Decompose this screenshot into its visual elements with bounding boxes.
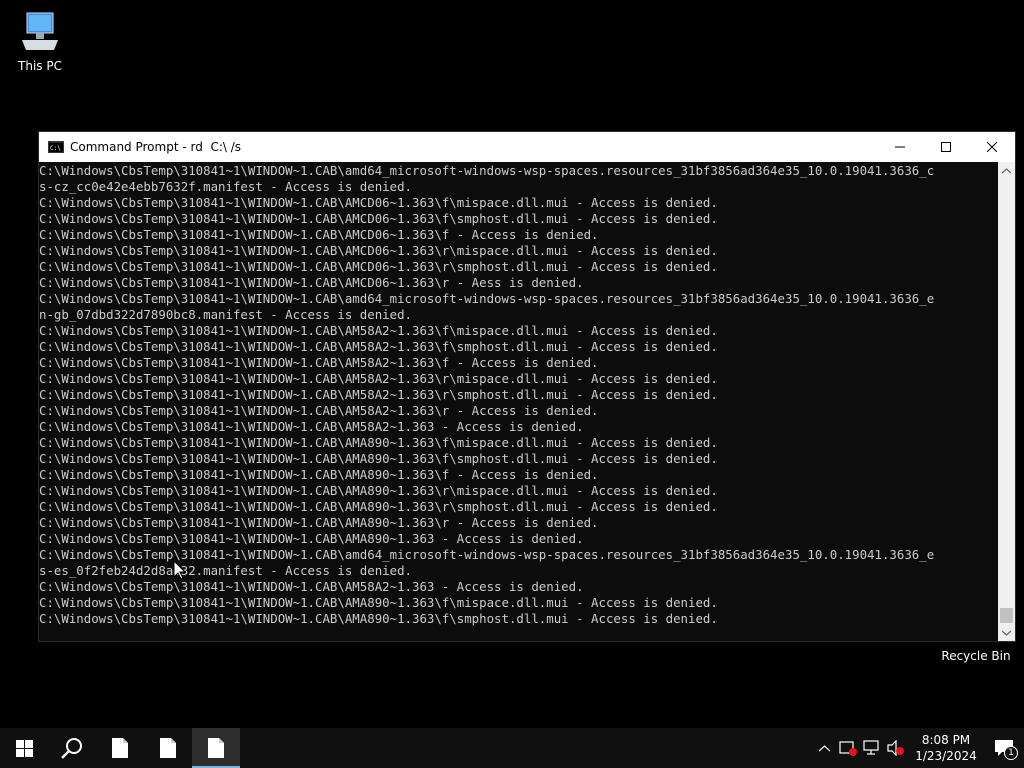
taskbar-app-file-1[interactable] — [96, 728, 144, 768]
console-line: C:\Windows\CbsTemp\310841~1\WINDOW~1.CAB… — [39, 499, 718, 514]
maximize-button[interactable] — [923, 132, 969, 162]
security-warning-icon — [839, 741, 857, 756]
svg-text:C:\: C:\ — [50, 145, 61, 152]
console-line: C:\Windows\CbsTemp\310841~1\WINDOW~1.CAB… — [39, 387, 718, 402]
console-line: C:\Windows\CbsTemp\310841~1\WINDOW~1.CAB… — [39, 451, 718, 466]
close-button[interactable] — [969, 132, 1015, 162]
console-line: C:\Windows\CbsTemp\310841~1\WINDOW~1.CAB… — [39, 531, 584, 546]
network-tray-button[interactable] — [860, 728, 884, 768]
console-line: C:\Windows\CbsTemp\310841~1\WINDOW~1.CAB… — [39, 611, 718, 626]
console-line: C:\Windows\CbsTemp\310841~1\WINDOW~1.CAB… — [39, 211, 718, 226]
console-line: C:\Windows\CbsTemp\310841~1\WINDOW~1.CAB… — [39, 227, 599, 242]
scroll-up-arrow[interactable] — [998, 162, 1015, 179]
console-line: C:\Windows\CbsTemp\310841~1\WINDOW~1.CAB… — [39, 195, 718, 210]
mouse-cursor-icon — [174, 561, 186, 580]
console-line: C:\Windows\CbsTemp\310841~1\WINDOW~1.CAB… — [39, 435, 718, 450]
minimize-button[interactable] — [877, 132, 923, 162]
console-line: C:\Windows\CbsTemp\310841~1\WINDOW~1.CAB… — [39, 403, 599, 418]
console-line: s-cz_cc0e42e4ebb7632f.manifest - Access … — [39, 179, 412, 194]
console-line: C:\Windows\CbsTemp\310841~1\WINDOW~1.CAB… — [39, 595, 718, 610]
console-line: C:\Windows\CbsTemp\310841~1\WINDOW~1.CAB… — [39, 163, 935, 178]
maximize-icon — [941, 142, 951, 152]
vertical-scrollbar[interactable] — [998, 162, 1015, 641]
console-line: C:\Windows\CbsTemp\310841~1\WINDOW~1.CAB… — [39, 339, 718, 354]
taskbar-clock[interactable]: 8:08 PM 1/23/2024 — [908, 732, 984, 764]
volume-muted-icon — [887, 740, 904, 756]
desktop-icon-this-pc[interactable]: This PC — [0, 10, 80, 73]
console-line: C:\Windows\CbsTemp\310841~1\WINDOW~1.CAB… — [39, 275, 584, 290]
system-tray: 8:08 PM 1/23/2024 1 — [812, 728, 1024, 768]
document-icon — [160, 738, 176, 758]
document-icon — [208, 738, 224, 758]
chevron-up-icon — [818, 744, 830, 751]
search-button[interactable] — [48, 728, 96, 768]
start-button[interactable] — [0, 728, 48, 768]
document-icon — [112, 738, 128, 758]
console-line: C:\Windows\CbsTemp\310841~1\WINDOW~1.CAB… — [39, 579, 584, 594]
console-line: C:\Windows\CbsTemp\310841~1\WINDOW~1.CAB… — [39, 323, 718, 338]
minimize-icon — [895, 146, 905, 148]
windows-logo-icon — [15, 739, 33, 757]
network-icon — [863, 740, 879, 755]
scroll-thumb[interactable] — [1000, 608, 1013, 623]
taskbar-app-file-2[interactable] — [144, 728, 192, 768]
console-line: C:\Windows\CbsTemp\310841~1\WINDOW~1.CAB… — [39, 371, 718, 386]
notification-count-badge: 1 — [1004, 746, 1018, 760]
console-line: C:\Windows\CbsTemp\310841~1\WINDOW~1.CAB… — [39, 243, 718, 258]
desktop-icon-label: This PC — [18, 59, 62, 73]
clock-time: 8:08 PM — [921, 733, 971, 747]
scroll-down-arrow[interactable] — [998, 624, 1015, 641]
chevron-up-icon — [1002, 167, 1011, 173]
console-line: C:\Windows\CbsTemp\310841~1\WINDOW~1.CAB… — [39, 259, 718, 274]
console-line: C:\Windows\CbsTemp\310841~1\WINDOW~1.CAB… — [39, 355, 599, 370]
console-line: C:\Windows\CbsTemp\310841~1\WINDOW~1.CAB… — [39, 291, 935, 306]
desktop-icon-label: Recycle Bin — [941, 649, 1011, 663]
action-center-button[interactable]: 1 — [984, 728, 1024, 768]
console-line: C:\Windows\CbsTemp\310841~1\WINDOW~1.CAB… — [39, 467, 599, 482]
window-title-bar[interactable]: C:\ Command Prompt - rd C:\ /s — [39, 132, 1015, 162]
chevron-down-icon — [1002, 630, 1011, 636]
show-hidden-icons-button[interactable] — [812, 728, 836, 768]
computer-icon — [22, 12, 58, 50]
console-line: n-gb_07dbd322d7890bc8.manifest - Access … — [39, 307, 412, 322]
taskbar-app-file-3-active[interactable] — [192, 728, 240, 768]
security-tray-button[interactable] — [836, 728, 860, 768]
taskbar: 8:08 PM 1/23/2024 1 — [0, 728, 1024, 768]
volume-tray-button[interactable] — [884, 728, 908, 768]
window-title: Command Prompt - rd C:\ /s — [70, 140, 242, 154]
clock-date: 1/23/2024 — [915, 749, 977, 763]
console-line: C:\Windows\CbsTemp\310841~1\WINDOW~1.CAB… — [39, 515, 599, 530]
command-prompt-icon: C:\ — [48, 141, 64, 153]
close-icon — [987, 142, 997, 152]
console-line: C:\Windows\CbsTemp\310841~1\WINDOW~1.CAB… — [39, 483, 718, 498]
search-icon — [61, 738, 82, 759]
console-line: C:\Windows\CbsTemp\310841~1\WINDOW~1.CAB… — [39, 419, 584, 434]
